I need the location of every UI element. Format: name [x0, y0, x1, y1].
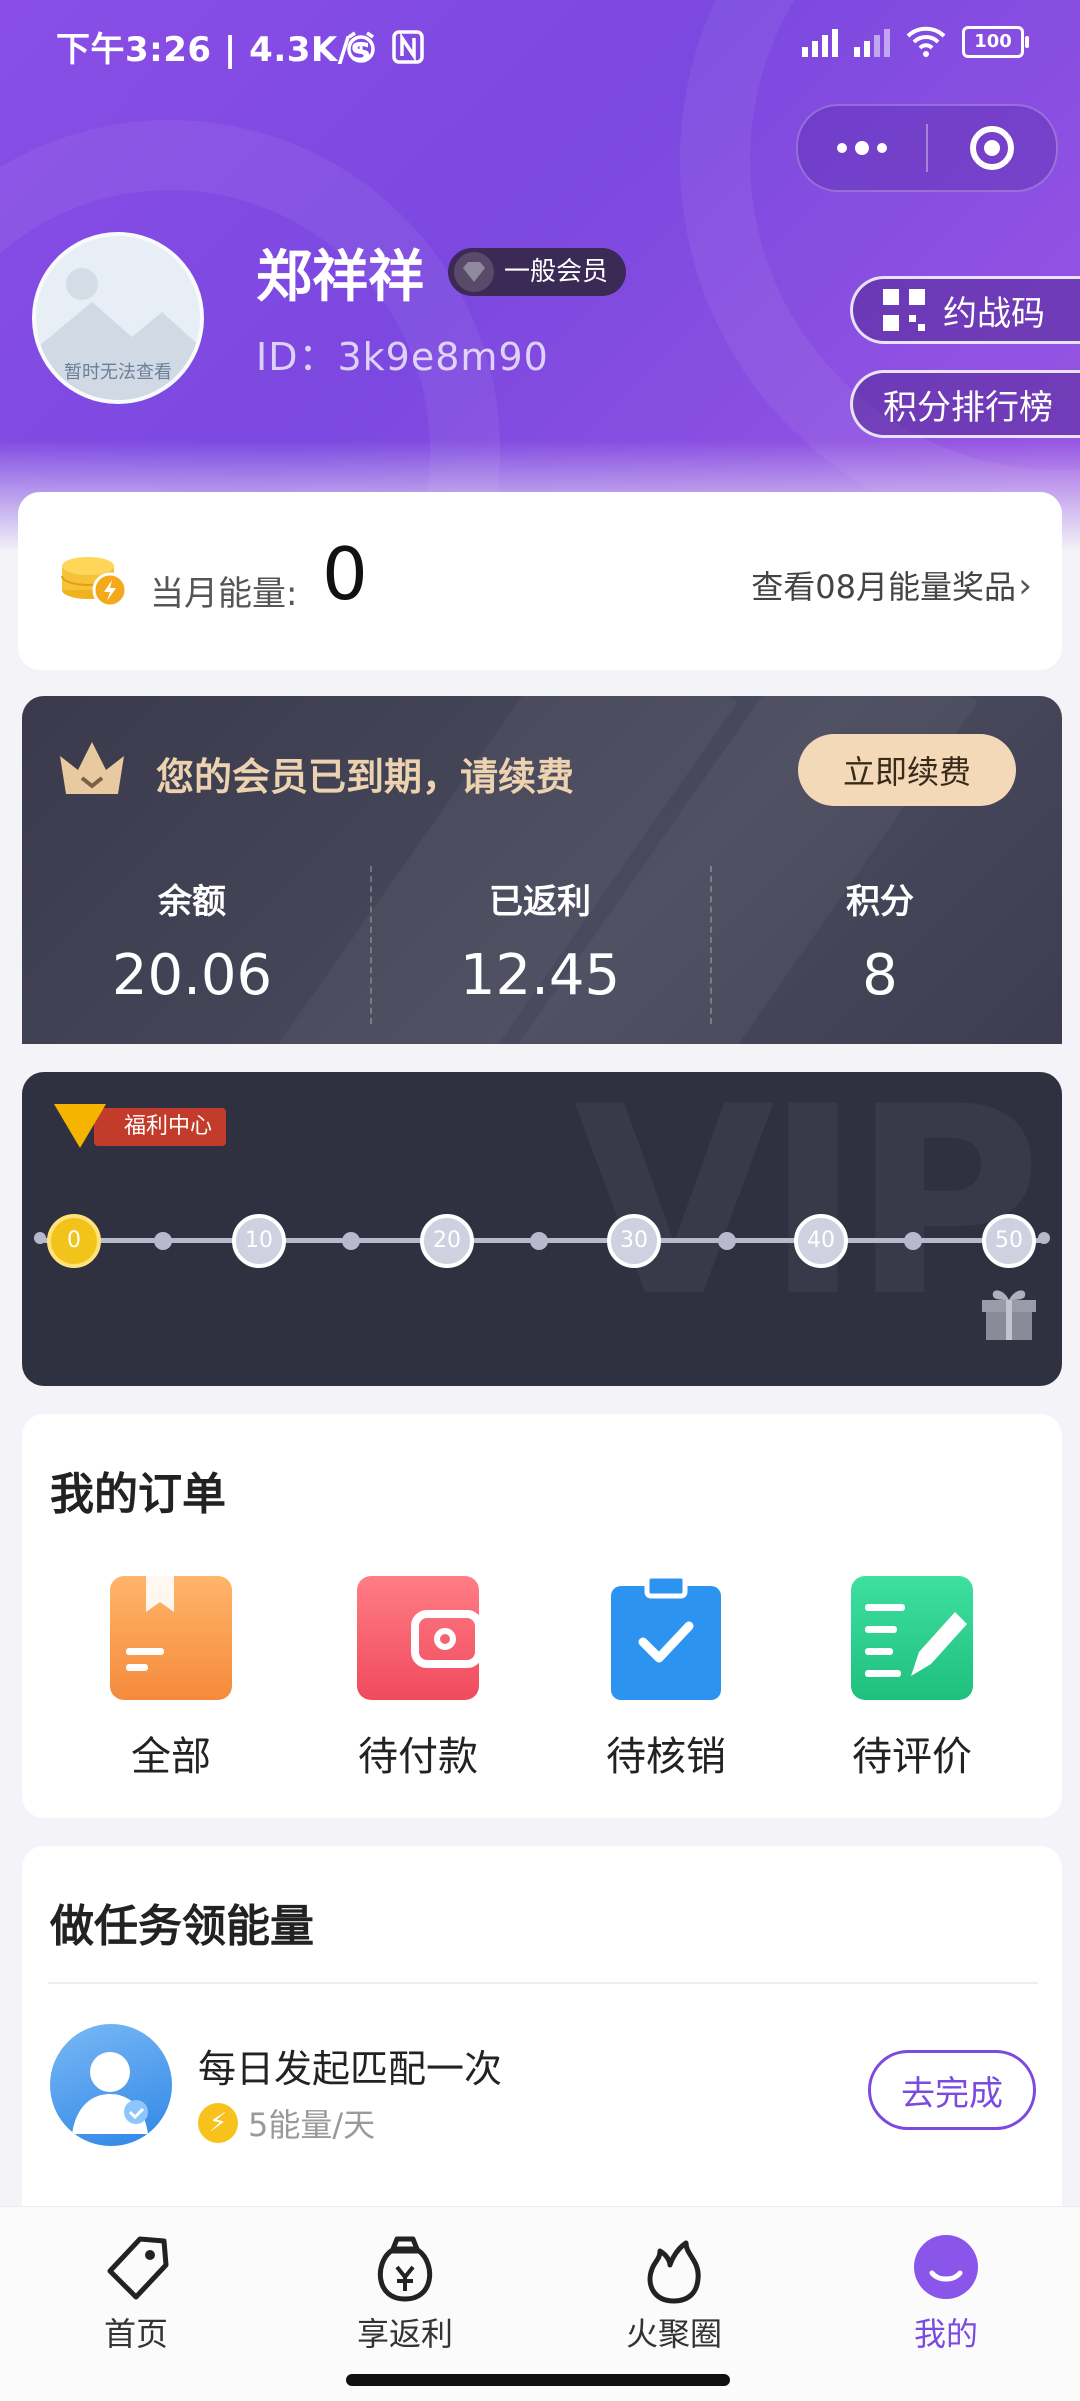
money-bag-icon [365, 2227, 445, 2307]
progress-tick [718, 1232, 736, 1250]
chevron-right-icon: › [1018, 566, 1032, 606]
member-badge: 一般会员 [448, 248, 627, 296]
status-bar: 下午3:26 | 4.3K/s 100 [0, 0, 1080, 96]
wifi-icon [906, 26, 946, 57]
stat-points[interactable]: 积分 8 [710, 874, 1050, 1008]
milestone: 40 [794, 1214, 848, 1268]
status-right-icons: 100 [802, 26, 1029, 58]
progress-tick [904, 1232, 922, 1250]
tab-rebate[interactable]: 享返利 [305, 2227, 505, 2355]
membership-card: 您的会员已到期，请续费 立即续费 余额 20.06 已返利 12.45 积分 8 [22, 696, 1062, 1044]
tasks-card: 做任务领能量 每日发起匹配一次 ⚡ 5能量/天 去完成 [22, 1846, 1062, 2206]
tab-label: 我的 [913, 2315, 978, 2353]
energy-value: 0 [322, 532, 368, 616]
coins-icon [61, 557, 128, 608]
order-pending-review-button[interactable]: 待评价 [812, 1576, 1012, 1782]
bottom-tab-bar: 首页 享返利 火聚圈 我的 [0, 2206, 1080, 2401]
tab-label: 享返利 [356, 2315, 453, 2353]
milestone: 30 [607, 1214, 661, 1268]
v-logo-icon [54, 1104, 106, 1148]
task-reward: ⚡ 5能量/天 [198, 2100, 375, 2146]
my-orders-card: 我的订单 全部 待付款 待核销 待评价 [22, 1414, 1062, 1818]
order-label: 全部 [131, 1734, 211, 1780]
complete-task-button[interactable]: 去完成 [868, 2050, 1036, 2130]
order-pending-verify-button[interactable]: 待核销 [566, 1573, 766, 1782]
status-time-speed: 下午3:26 | 4.3K/s [56, 30, 372, 70]
more-button[interactable] [798, 106, 926, 190]
alarm-icon [344, 30, 378, 68]
target-icon [970, 126, 1014, 170]
more-dots-icon [837, 141, 887, 155]
stat-value: 8 [862, 943, 898, 1008]
milestone: 50 [982, 1214, 1036, 1268]
username: 郑祥祥 [256, 245, 424, 310]
stat-label: 余额 [158, 882, 226, 922]
energy-prizes-link[interactable]: 查看08月能量奖品 [751, 562, 1016, 608]
box-icon [110, 1576, 232, 1700]
tab-label: 首页 [103, 2315, 168, 2353]
tab-mine[interactable]: 我的 [846, 2227, 1046, 2355]
miniprogram-capsule [796, 104, 1058, 192]
milestone: 0 [47, 1214, 101, 1268]
lightning-icon: ⚡ [198, 2103, 238, 2143]
order-pending-payment-button[interactable]: 待付款 [318, 1576, 518, 1782]
milestone: 20 [420, 1214, 474, 1268]
task-reward-label: 5能量/天 [248, 2106, 376, 2144]
profile-icon [906, 2227, 986, 2307]
order-label: 待评价 [852, 1734, 972, 1780]
stat-rebate[interactable]: 已返利 12.45 [370, 874, 710, 1008]
energy-card: 当月能量: 0 查看08月能量奖品 › [18, 492, 1062, 670]
progress-tick [530, 1232, 548, 1250]
renew-button[interactable]: 立即续费 [798, 734, 1016, 806]
avatar-caption: 暂时无法查看 [64, 362, 172, 383]
user-match-icon [50, 2024, 172, 2146]
gift-icon[interactable] [978, 1284, 1040, 1342]
milestone: 10 [232, 1214, 286, 1268]
member-badge-label: 一般会员 [504, 257, 609, 287]
stat-label: 已返利 [489, 882, 591, 922]
home-indicator [346, 2374, 730, 2386]
wallet-icon [357, 1576, 479, 1700]
stat-label: 积分 [846, 882, 914, 922]
leaderboard-button[interactable]: 积分排行榜 [850, 370, 1080, 438]
battery-icon: 100 [962, 26, 1029, 58]
qr-code-icon [883, 289, 925, 331]
stat-value: 12.45 [459, 943, 621, 1008]
tab-home[interactable]: 首页 [36, 2227, 236, 2355]
flame-icon [634, 2227, 714, 2307]
progress-tick [342, 1232, 360, 1250]
avatar[interactable]: 暂时无法查看 [32, 232, 204, 404]
clipboard-check-icon [605, 1573, 727, 1700]
battle-code-label: 约战码 [943, 293, 1045, 334]
welfare-center-label: 福利中心 [94, 1108, 227, 1146]
diamond-icon [454, 252, 494, 292]
tab-label: 火聚圈 [625, 2315, 722, 2353]
edit-note-icon [851, 1576, 973, 1700]
order-all-button[interactable]: 全部 [71, 1576, 271, 1782]
battle-code-button[interactable]: 约战码 [850, 276, 1080, 344]
signal-2-icon [854, 27, 890, 57]
stat-value: 20.06 [111, 943, 273, 1008]
welfare-center-card[interactable]: VIP 福利中心 0 10 20 30 40 50 [22, 1072, 1062, 1386]
progress-tick [154, 1232, 172, 1250]
nfc-icon [392, 30, 424, 68]
signal-icon [802, 27, 838, 57]
membership-expired-text: 您的会员已到期，请续费 [156, 755, 575, 799]
crown-icon [60, 742, 124, 794]
stat-balance[interactable]: 余额 20.06 [22, 874, 362, 1008]
user-id: ID：3k9e8m90 [256, 335, 549, 379]
vip-watermark: VIP [573, 1072, 1042, 1354]
order-label: 待核销 [606, 1734, 726, 1780]
orders-title: 我的订单 [50, 1469, 226, 1520]
task-name: 每日发起匹配一次 [198, 2047, 503, 2091]
order-label: 待付款 [358, 1734, 478, 1780]
tasks-title: 做任务领能量 [50, 1901, 314, 1952]
close-miniprogram-button[interactable] [928, 106, 1056, 190]
tab-fire-circle[interactable]: 火聚圈 [574, 2227, 774, 2355]
leaderboard-label: 积分排行榜 [883, 387, 1053, 428]
tag-icon [96, 2227, 176, 2307]
energy-label: 当月能量: [150, 574, 298, 614]
